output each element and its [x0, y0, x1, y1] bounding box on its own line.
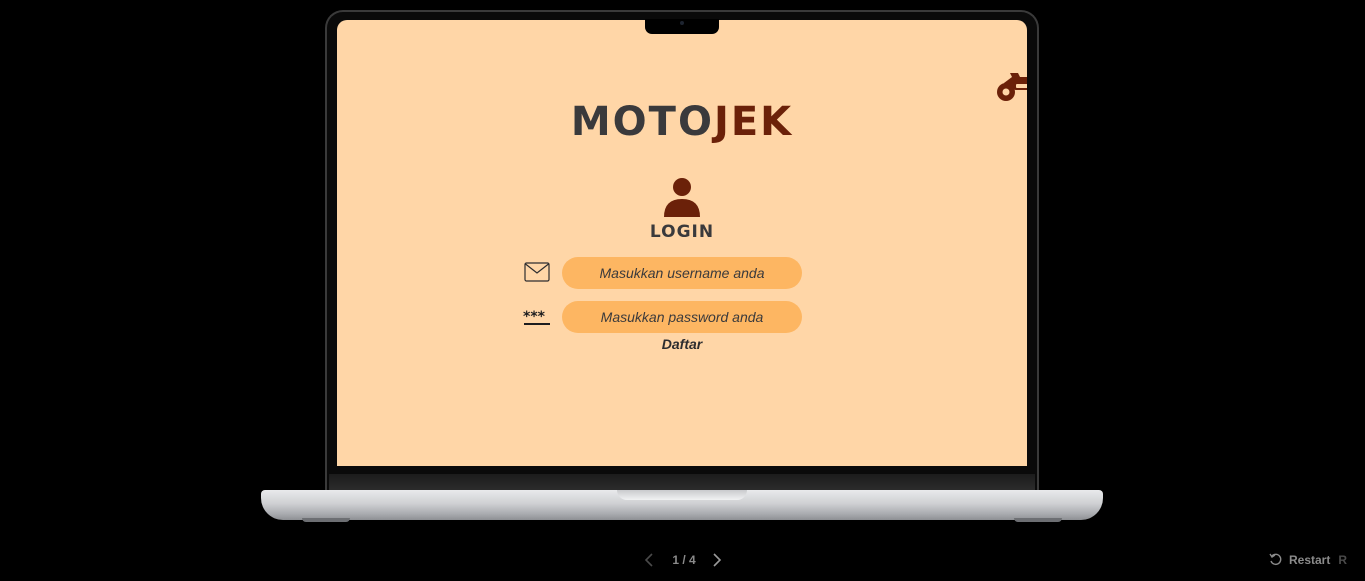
password-input[interactable] [562, 301, 802, 333]
restart-button[interactable]: Restart R [1269, 551, 1347, 569]
password-icon: *** [523, 309, 550, 325]
laptop-hinge [329, 474, 1035, 490]
app-screen: MOTOJEK LOGIN *** Daftar [337, 20, 1027, 466]
chevron-left-icon[interactable] [642, 552, 656, 568]
brand-title: MOTOJEK [337, 99, 1027, 145]
restart-label: Restart [1289, 553, 1331, 567]
user-icon [664, 178, 700, 217]
svg-text:***: *** [523, 309, 546, 325]
mail-icon [524, 262, 550, 282]
brand-moto: MOTO [570, 99, 714, 145]
presentation-stage: MOTOJEK LOGIN *** Daftar 1 / [0, 0, 1365, 581]
login-title: LOGIN [649, 222, 715, 242]
brand-jek: JEK [713, 99, 794, 145]
laptop-foot-right [1014, 518, 1062, 522]
chevron-right-icon[interactable] [710, 552, 724, 568]
username-input[interactable] [562, 257, 802, 289]
register-link[interactable]: Daftar [337, 336, 1027, 352]
restart-shortcut: R [1338, 553, 1348, 567]
slide-pager: 1 / 4 [640, 550, 726, 570]
motorbike-icon [997, 73, 1027, 101]
laptop-base-notch [617, 490, 747, 500]
laptop-foot-left [302, 518, 350, 522]
restart-icon [1269, 553, 1282, 566]
page-counter: 1 / 4 [672, 553, 696, 567]
camera-icon [680, 21, 684, 25]
